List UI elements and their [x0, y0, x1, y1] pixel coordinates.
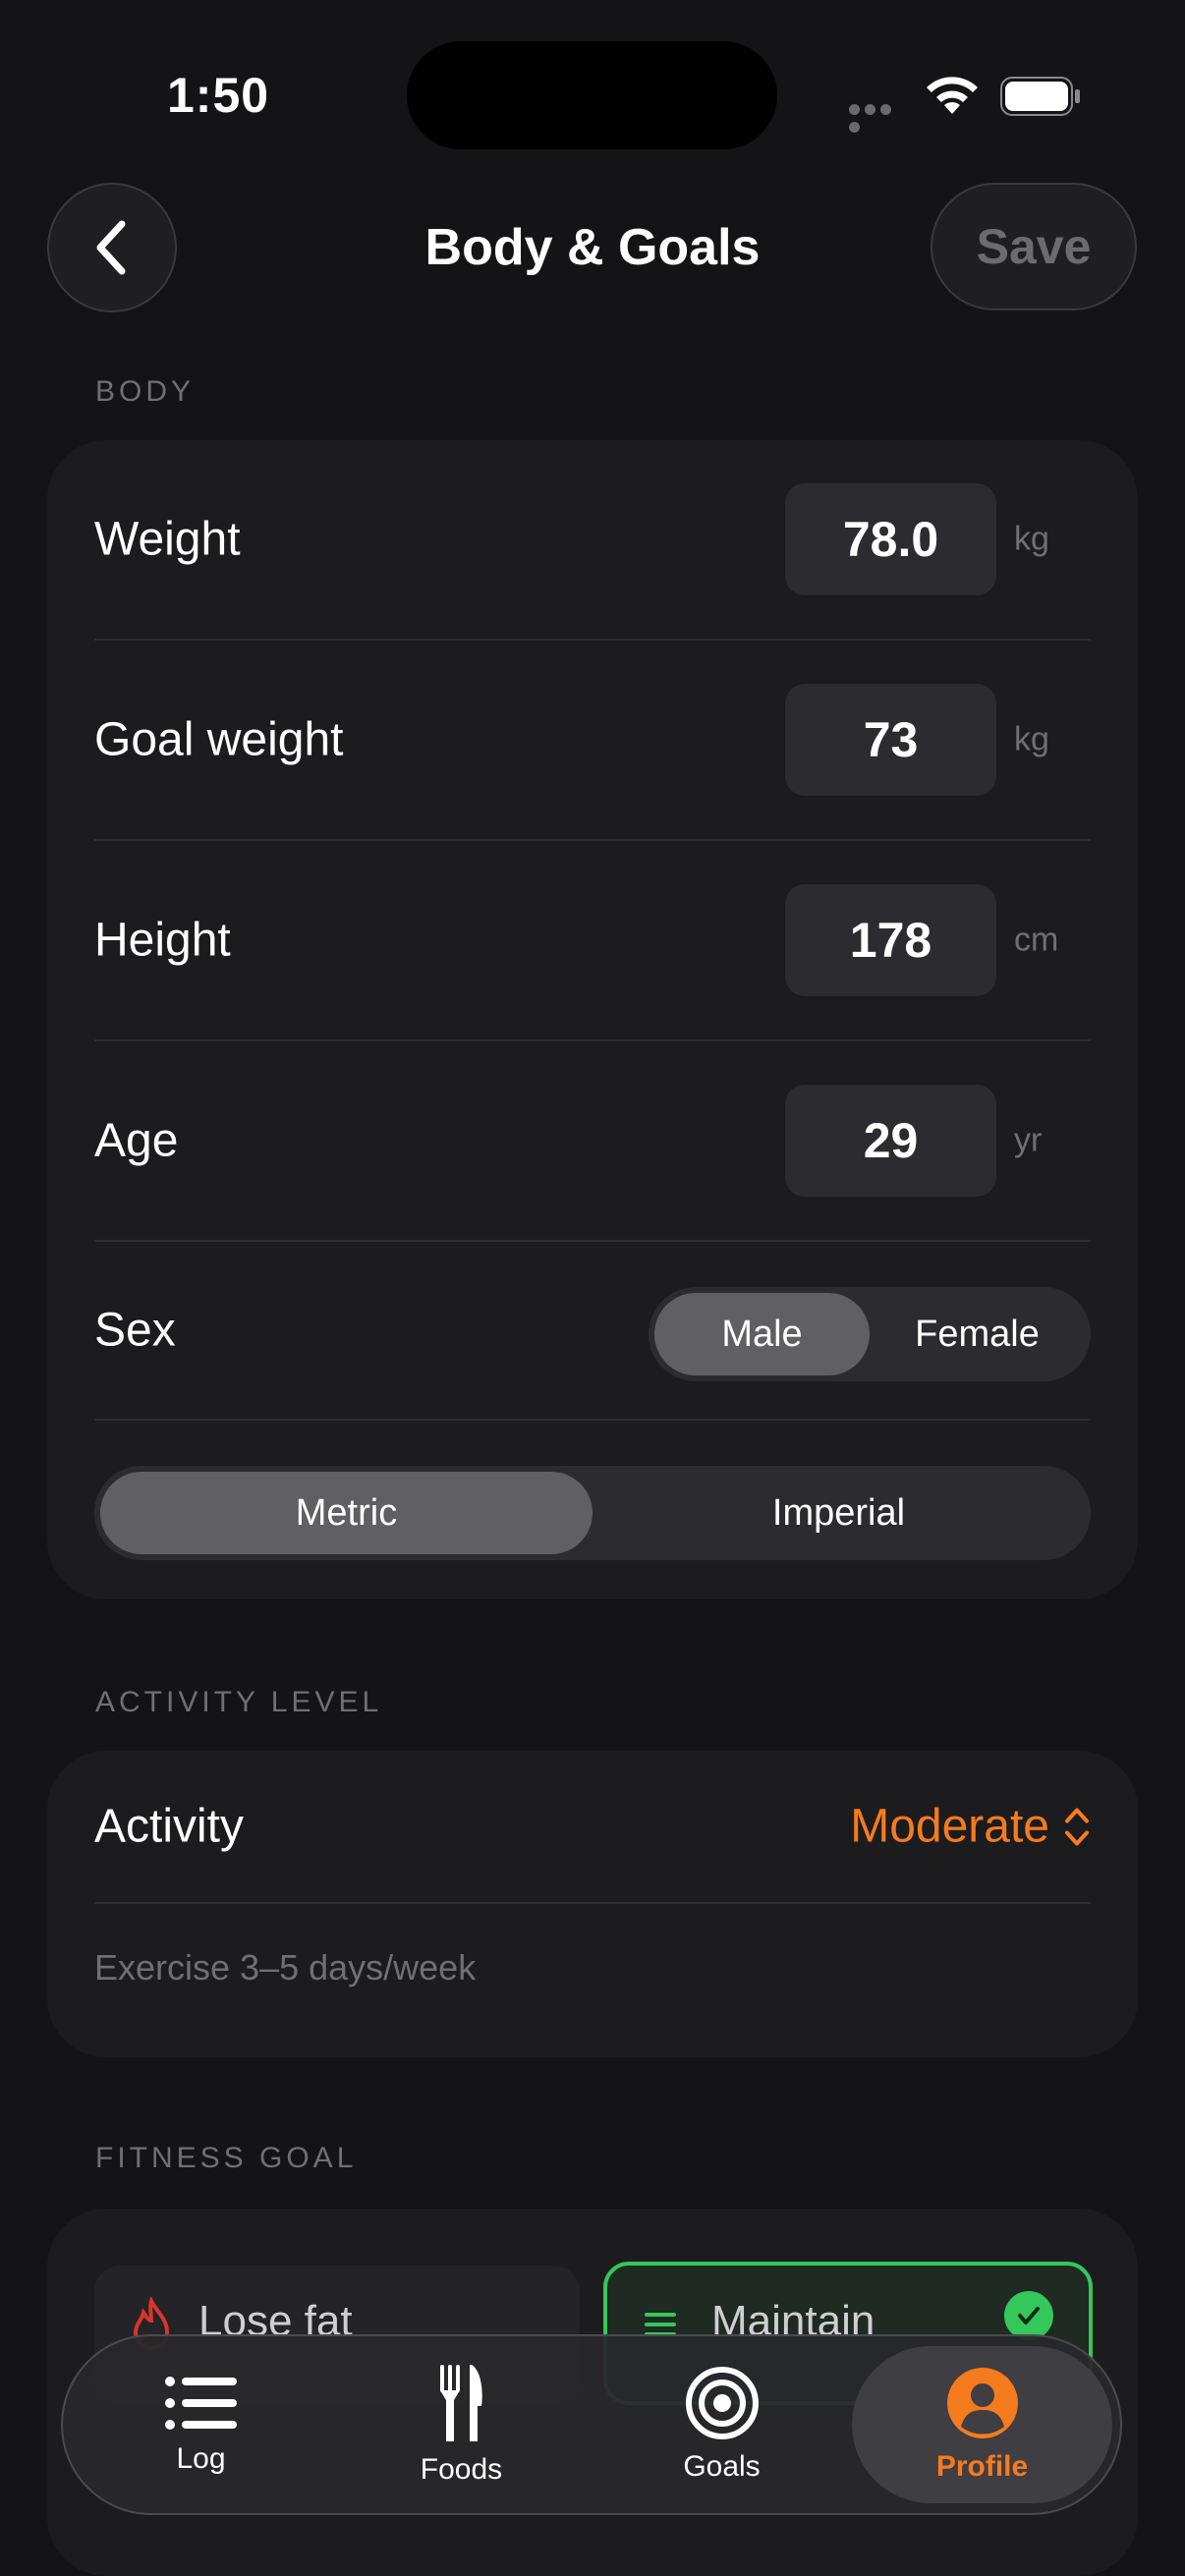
list-icon: [164, 2377, 237, 2430]
section-label-activity: ACTIVITY LEVEL: [95, 1686, 383, 1718]
tab-goals[interactable]: Goals: [592, 2346, 852, 2503]
sex-option-female[interactable]: Female: [870, 1293, 1085, 1375]
dynamic-island: [407, 41, 777, 149]
sex-label: Sex: [94, 1304, 176, 1357]
height-row: Height 178 cm: [94, 841, 1091, 1041]
age-label: Age: [94, 1114, 179, 1167]
height-input[interactable]: 178: [785, 884, 996, 996]
age-unit: yr: [1014, 1121, 1043, 1159]
age-input[interactable]: 29: [785, 1085, 996, 1197]
weight-label: Weight: [94, 513, 241, 566]
tab-bar: Log Foods Goals Profile: [61, 2334, 1122, 2515]
sex-segmented-control: Male Female: [649, 1287, 1091, 1381]
fork-knife-icon: [439, 2365, 482, 2441]
units-segmented-control: Metric Imperial: [94, 1466, 1091, 1560]
chevron-up-down-icon: [1065, 1808, 1089, 1845]
tab-foods[interactable]: Foods: [331, 2346, 592, 2503]
body-card: Weight 78.0 kg Goal weight 73 kg Height …: [47, 440, 1138, 1599]
checkmark-icon: [1018, 2307, 1040, 2324]
battery-icon: [1000, 77, 1080, 116]
height-label: Height: [94, 914, 231, 967]
units-option-metric[interactable]: Metric: [100, 1472, 592, 1554]
activity-label: Activity: [94, 1800, 245, 1853]
goal-weight-label: Goal weight: [94, 713, 344, 766]
section-label-fitness-goal: FITNESS GOAL: [95, 2142, 358, 2174]
activity-description: Exercise 3–5 days/week: [94, 1947, 477, 1988]
activity-picker[interactable]: Moderate: [850, 1800, 1091, 1854]
tab-label: Profile: [935, 2450, 1029, 2483]
tab-label: Foods: [420, 2453, 503, 2486]
section-label-body: BODY: [95, 375, 196, 408]
activity-row[interactable]: Activity Moderate: [94, 1751, 1091, 1904]
goal-weight-row: Goal weight 73 kg: [94, 641, 1091, 841]
sex-row: Sex Male Female: [94, 1242, 1091, 1421]
weight-input[interactable]: 78.0: [785, 483, 996, 595]
save-button[interactable]: Save: [931, 183, 1137, 310]
tab-profile[interactable]: Profile: [852, 2346, 1112, 2503]
activity-value: Moderate: [850, 1800, 1049, 1853]
activity-card: Activity Moderate Exercise 3–5 days/week: [47, 1751, 1138, 2057]
tab-log[interactable]: Log: [71, 2346, 331, 2503]
weight-row: Weight 78.0 kg: [94, 440, 1091, 641]
sex-option-male[interactable]: Male: [654, 1293, 870, 1375]
selected-check-badge: [1004, 2291, 1053, 2340]
goal-weight-input[interactable]: 73: [785, 684, 996, 796]
cellular-signal-icon: [849, 102, 908, 133]
goal-weight-unit: kg: [1014, 720, 1049, 758]
weight-unit: kg: [1014, 520, 1049, 558]
person-icon: [946, 2368, 1018, 2438]
status-time: 1:50: [167, 68, 270, 123]
height-unit: cm: [1014, 921, 1059, 959]
age-row: Age 29 yr: [94, 1041, 1091, 1242]
wifi-icon: [927, 77, 978, 114]
tab-label: Log: [176, 2442, 226, 2475]
tab-label: Goals: [683, 2450, 761, 2483]
target-icon: [685, 2367, 759, 2439]
units-option-imperial[interactable]: Imperial: [592, 1472, 1085, 1554]
